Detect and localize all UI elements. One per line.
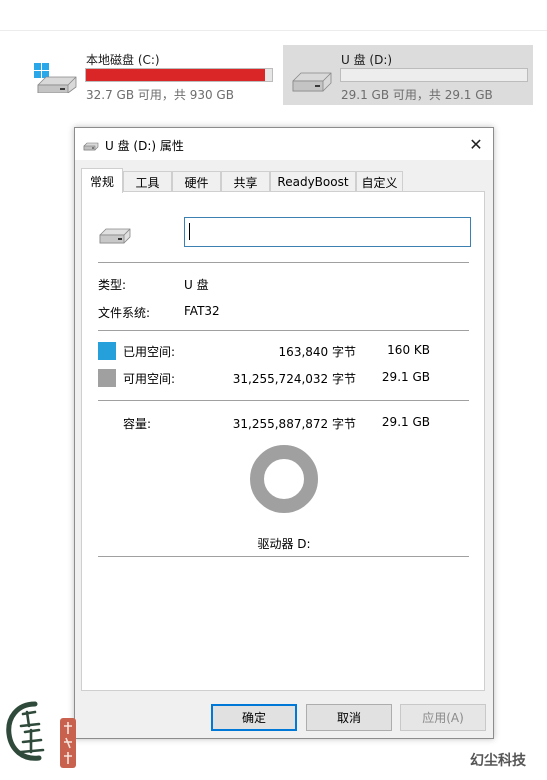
text-caret — [189, 223, 190, 240]
drive-free-text: 32.7 GB 可用，共 930 GB — [86, 88, 234, 102]
general-tab-panel: 类型: U 盘 文件系统: FAT32 已用空间: 163,840 字节 160… — [81, 191, 485, 691]
close-icon: ✕ — [469, 134, 483, 154]
tab-readyboost[interactable]: ReadyBoost — [270, 171, 356, 192]
type-label: 类型: — [98, 278, 127, 292]
explorer-top-divider — [0, 30, 547, 31]
divider — [98, 330, 469, 331]
used-space-bytes: 163,840 字节 — [278, 345, 356, 359]
capacity-label: 容量: — [123, 417, 152, 431]
close-button[interactable]: ✕ — [459, 128, 493, 160]
drive-name: U 盘 (D:) — [341, 53, 393, 67]
drive-free-text: 29.1 GB 可用，共 29.1 GB — [341, 88, 493, 102]
tab-general[interactable]: 常规 — [81, 168, 123, 193]
free-space-swatch — [98, 369, 116, 387]
drive-tile-d[interactable]: U 盘 (D:) 29.1 GB 可用，共 29.1 GB — [283, 45, 533, 105]
capacity-bytes: 31,255,887,872 字节 — [232, 417, 356, 431]
used-space-swatch — [98, 342, 116, 360]
seal-watermark-logo — [6, 701, 45, 761]
drive-usage-bar — [85, 68, 273, 82]
type-value: U 盘 — [184, 278, 209, 292]
ok-button[interactable]: 确定 — [211, 704, 297, 731]
windows-drive-icon — [34, 63, 77, 93]
usb-drive-icon — [83, 142, 99, 151]
free-space-label: 可用空间: — [123, 372, 176, 386]
red-stamp-logo — [60, 718, 76, 768]
drive-label-input[interactable] — [184, 217, 471, 247]
drive-usage-fill — [86, 69, 266, 81]
dialog-titlebar[interactable]: U 盘 (D:) 属性 ✕ — [75, 128, 493, 160]
divider — [98, 400, 469, 401]
filesystem-value: FAT32 — [184, 304, 220, 318]
divider — [98, 556, 469, 557]
divider — [98, 262, 469, 263]
drive-letter-label: 驱动器 D: — [257, 537, 311, 551]
dialog-title: U 盘 (D:) 属性 — [105, 139, 184, 153]
tab-tools[interactable]: 工具 — [123, 171, 172, 192]
filesystem-label: 文件系统: — [98, 306, 151, 320]
used-space-size: 160 KB — [387, 343, 430, 357]
free-space-bytes: 31,255,724,032 字节 — [232, 372, 356, 386]
dialog-buttons: 确定 取消 应用(A) — [75, 704, 493, 734]
drive-usage-bar — [340, 68, 528, 82]
tab-sharing[interactable]: 共享 — [221, 171, 270, 192]
tab-bar: 常规 工具 硬件 共享 ReadyBoost 自定义 — [81, 168, 485, 193]
brand-watermark: 幻尘科技 — [470, 753, 526, 769]
capacity-size: 29.1 GB — [381, 415, 430, 429]
tab-hardware[interactable]: 硬件 — [172, 171, 221, 192]
free-space-ring — [250, 445, 318, 513]
drive-tile-c[interactable]: 本地磁盘 (C:) 32.7 GB 可用，共 930 GB — [28, 45, 280, 105]
properties-dialog: U 盘 (D:) 属性 ✕ 常规 工具 硬件 共享 ReadyBoost 自定义… — [74, 127, 494, 739]
cancel-button[interactable]: 取消 — [306, 704, 392, 731]
used-space-label: 已用空间: — [123, 345, 176, 359]
disk-usage-ring — [250, 445, 318, 513]
tab-customize[interactable]: 自定义 — [356, 171, 403, 192]
apply-button[interactable]: 应用(A) — [400, 704, 486, 731]
usb-drive-icon — [292, 72, 332, 92]
drive-name: 本地磁盘 (C:) — [86, 53, 160, 67]
usb-drive-icon — [99, 228, 131, 244]
free-space-size: 29.1 GB — [381, 370, 430, 384]
